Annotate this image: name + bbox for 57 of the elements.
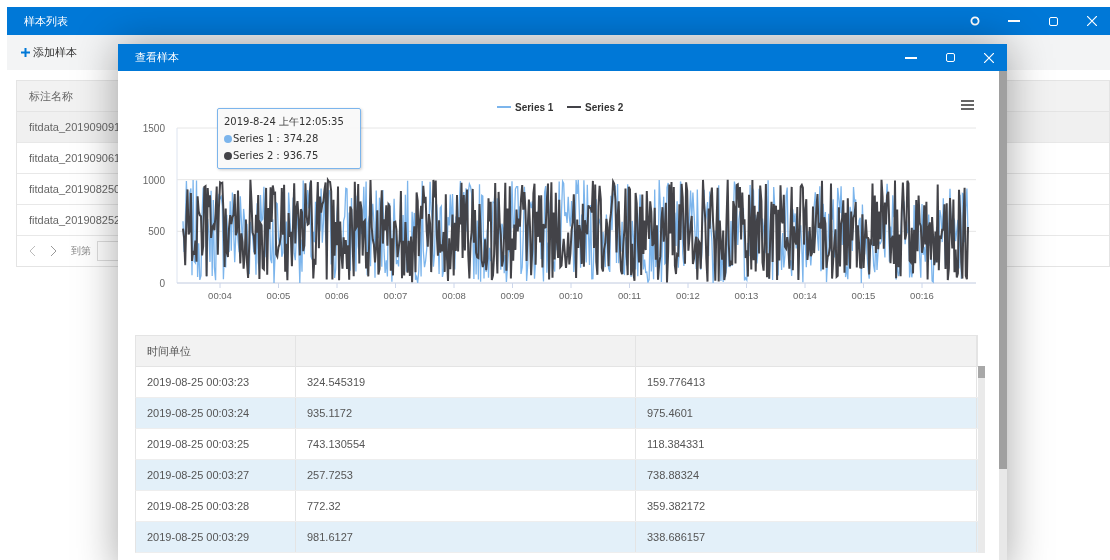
x-tick-label: 00:08 — [442, 290, 466, 301]
table-cell: 257.7253 — [296, 460, 636, 490]
maximize-icon — [945, 53, 955, 62]
maximize-icon — [1048, 16, 1058, 26]
column-header: 时间单位 — [136, 336, 296, 366]
table-cell: 2019-08-25 00:03:25 — [136, 429, 296, 459]
column-header: 标注名称 — [29, 88, 73, 104]
table-scrollbar[interactable] — [978, 366, 985, 553]
table-cell: 324.545319 — [296, 367, 636, 397]
close-icon — [984, 52, 994, 63]
table-cell: 981.6127 — [296, 522, 636, 552]
goto-label: 到第 — [71, 244, 91, 258]
x-tick-label: 00:14 — [793, 290, 817, 301]
table-cell: 772.32 — [296, 491, 636, 521]
x-tick-label: 00:12 — [676, 290, 700, 301]
legend-label[interactable]: Series 2 — [585, 101, 624, 113]
table-cell: 2019-08-25 00:03:29 — [136, 522, 296, 552]
plus-icon — [21, 48, 30, 57]
y-tick-label: 1000 — [142, 174, 165, 186]
x-tick-label: 00:09 — [500, 290, 525, 301]
x-tick-label: 00:04 — [208, 290, 232, 301]
y-tick-label: 1500 — [142, 123, 165, 134]
tooltip-value: Series 2：936.75 — [233, 149, 319, 163]
minimize-icon — [905, 56, 917, 59]
x-tick-label: 00:11 — [617, 290, 642, 301]
legend-label[interactable]: Series 1 — [515, 101, 554, 113]
table-cell: 2019-08-25 00:03:24 — [136, 398, 296, 428]
table-cell: 2019-08-25 00:03:27 — [136, 460, 296, 490]
table-cell: 975.4601 — [636, 398, 977, 428]
table-cell: 738.88324 — [636, 460, 977, 490]
x-tick-label: 00:06 — [325, 290, 349, 301]
y-tick-label: 500 — [148, 226, 165, 238]
table-cell: 159.776413 — [636, 367, 977, 397]
table-cell: 338.686157 — [636, 522, 977, 552]
x-tick-label: 00:07 — [383, 290, 408, 301]
minimize-icon — [1008, 20, 1020, 22]
table-cell: 743.130554 — [296, 429, 636, 459]
x-tick-label: 00:13 — [734, 290, 759, 301]
x-tick-label: 00:10 — [559, 290, 583, 301]
table-cell: 935.1172 — [296, 398, 636, 428]
table-cell: 118.384331 — [636, 429, 977, 459]
add-sample-button[interactable]: 添加样本 — [19, 43, 79, 62]
next-page-icon[interactable] — [50, 245, 57, 257]
table-cell: 359.382172 — [636, 491, 977, 521]
tooltip-title: 2019-8-24 上午12:05:35 — [224, 115, 345, 129]
close-icon — [1087, 16, 1097, 26]
table-cell: 2019-08-25 00:03:28 — [136, 491, 296, 521]
dialog-scrollbar[interactable] — [999, 71, 1007, 560]
x-tick-label: 00:15 — [851, 290, 876, 301]
window-title: 样本列表 — [24, 14, 68, 27]
menu-icon[interactable] — [961, 100, 974, 110]
table-cell: 2019-08-25 00:03:23 — [136, 367, 296, 397]
x-tick-label: 00:16 — [910, 290, 934, 301]
dialog-title: 查看样本 — [135, 51, 179, 63]
x-tick-label: 00:05 — [266, 290, 291, 301]
tooltip-value: Series 1：374.28 — [233, 132, 319, 146]
y-tick-label: 0 — [159, 278, 165, 289]
